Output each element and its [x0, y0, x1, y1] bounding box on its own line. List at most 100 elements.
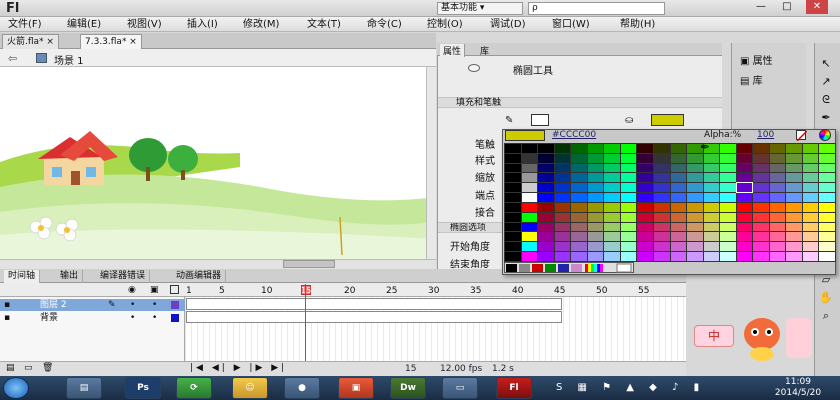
stage-vertical-scrollbar[interactable]	[426, 67, 436, 259]
layer-row[interactable]: ▪ 图层 2 ✎ • •	[0, 299, 185, 311]
dock-item-properties[interactable]: ▣ 属性	[740, 52, 773, 67]
color-swatch[interactable]	[637, 212, 653, 222]
recorder-taskbar-icon[interactable]: ●	[284, 377, 320, 399]
color-swatch[interactable]	[637, 153, 653, 163]
color-swatch[interactable]	[670, 232, 687, 242]
color-swatch[interactable]	[554, 163, 571, 173]
color-swatch[interactable]	[802, 144, 819, 153]
color-swatch[interactable]	[703, 222, 720, 232]
color-swatch[interactable]	[637, 232, 653, 242]
color-swatch[interactable]	[604, 173, 620, 183]
flash-taskbar-button[interactable]: Fl	[496, 377, 532, 399]
minimize-button[interactable]: —	[750, 0, 772, 14]
workspace-switcher[interactable]: 基本功能 ▾	[437, 2, 523, 15]
color-swatch[interactable]	[720, 173, 736, 183]
tab-7-3-3-fla[interactable]: 7.3.3.fla* ×	[80, 34, 142, 49]
color-swatch[interactable]	[802, 222, 819, 232]
color-swatch[interactable]	[587, 252, 604, 261]
tab-library[interactable]: 库	[480, 44, 489, 57]
color-swatch[interactable]	[538, 153, 554, 163]
tab-motion-editor[interactable]: 动画编辑器	[172, 270, 227, 283]
color-swatch[interactable]	[786, 252, 802, 261]
color-swatch[interactable]	[587, 193, 604, 202]
color-swatch[interactable]	[637, 173, 653, 183]
color-swatch[interactable]	[670, 252, 687, 261]
color-swatch[interactable]	[802, 183, 819, 193]
layer-row[interactable]: ▪ 背景 • •	[0, 312, 185, 324]
color-swatch[interactable]	[538, 212, 554, 222]
color-swatch[interactable]	[538, 252, 554, 261]
selection-tool-icon[interactable]: ↖	[816, 56, 836, 72]
color-swatch[interactable]	[620, 153, 637, 163]
color-swatch[interactable]	[571, 202, 587, 212]
color-swatch[interactable]	[571, 242, 587, 252]
menu-commands[interactable]: 命令(C)	[367, 18, 402, 31]
color-swatch[interactable]	[604, 183, 620, 193]
start-button-icon[interactable]	[3, 377, 29, 399]
color-swatch[interactable]	[653, 153, 670, 163]
color-swatch[interactable]	[505, 232, 521, 242]
ime-indicator[interactable]: 中	[694, 325, 734, 347]
menu-debug[interactable]: 调试(D)	[490, 18, 526, 31]
menu-view[interactable]: 视图(V)	[127, 18, 162, 31]
color-swatch[interactable]	[753, 252, 769, 261]
color-swatch[interactable]	[587, 173, 604, 183]
color-swatch[interactable]	[521, 232, 538, 242]
color-swatch[interactable]	[620, 232, 637, 242]
color-swatch[interactable]	[554, 242, 571, 252]
color-swatch[interactable]	[653, 144, 670, 153]
color-swatch[interactable]	[786, 153, 802, 163]
no-color-button[interactable]	[796, 130, 808, 142]
color-swatch[interactable]	[802, 153, 819, 163]
outline-color-swatch[interactable]	[171, 314, 179, 322]
help-search-input[interactable]: ρ	[528, 2, 665, 15]
color-swatch[interactable]	[769, 202, 786, 212]
color-swatch[interactable]	[538, 232, 554, 242]
tab-properties[interactable]: 属性	[440, 44, 466, 57]
color-swatch[interactable]	[753, 212, 769, 222]
color-swatch[interactable]	[604, 193, 620, 202]
menu-insert[interactable]: 插入(I)	[187, 18, 218, 31]
color-swatch[interactable]	[620, 144, 637, 153]
outline-color-swatch[interactable]	[171, 301, 179, 309]
explorer-taskbar-icon[interactable]: ▤	[66, 377, 102, 399]
color-swatch[interactable]	[670, 183, 687, 193]
color-swatch[interactable]	[769, 212, 786, 222]
color-swatch[interactable]	[538, 202, 554, 212]
color-swatch[interactable]	[736, 252, 753, 261]
color-swatch[interactable]	[620, 173, 637, 183]
color-swatch[interactable]	[505, 173, 521, 183]
lock-dot[interactable]: •	[152, 312, 157, 324]
color-swatch[interactable]	[538, 242, 554, 252]
color-swatch[interactable]	[604, 252, 620, 261]
color-swatch[interactable]	[819, 222, 835, 232]
color-swatch[interactable]	[736, 212, 753, 222]
color-swatch[interactable]	[819, 202, 835, 212]
color-swatch[interactable]	[753, 163, 769, 173]
fill-stroke-section[interactable]: 填充和笔触	[438, 97, 722, 108]
color-swatch[interactable]	[521, 193, 538, 202]
color-swatch[interactable]	[720, 202, 736, 212]
color-swatch[interactable]	[521, 212, 538, 222]
color-swatch[interactable]	[819, 212, 835, 222]
color-swatch[interactable]	[571, 193, 587, 202]
outline-icon[interactable]	[170, 285, 179, 294]
color-swatch[interactable]	[521, 202, 538, 212]
color-swatch[interactable]	[753, 173, 769, 183]
color-swatch[interactable]	[587, 183, 604, 193]
hand-tool-icon[interactable]: ✋	[816, 290, 836, 306]
color-swatch[interactable]	[653, 232, 670, 242]
color-swatch[interactable]	[653, 173, 670, 183]
scrollbar-thumb[interactable]	[283, 260, 335, 268]
color-swatch[interactable]	[587, 144, 604, 153]
color-swatch[interactable]	[786, 144, 802, 153]
scene-label[interactable]: 场景 1	[54, 52, 84, 67]
color-swatch[interactable]	[769, 252, 786, 261]
color-swatch[interactable]	[587, 212, 604, 222]
color-swatch[interactable]	[587, 232, 604, 242]
color-swatch[interactable]	[505, 163, 521, 173]
color-swatch[interactable]	[554, 232, 571, 242]
color-swatch[interactable]	[819, 144, 835, 153]
color-swatch[interactable]	[769, 232, 786, 242]
timeline-ruler[interactable]	[0, 283, 686, 297]
